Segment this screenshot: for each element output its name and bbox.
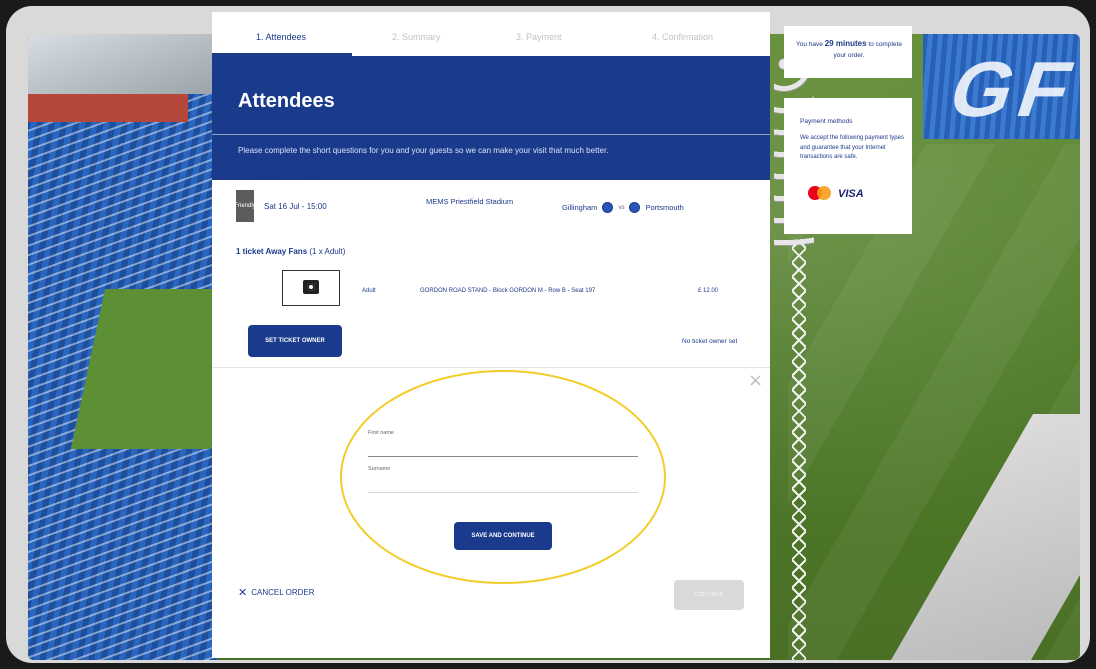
payment-methods-title: Payment methods — [800, 118, 853, 125]
match-teams: Gillingham vs Portsmouth — [562, 202, 684, 213]
visa-icon: VISA — [838, 188, 864, 200]
payment-methods-description: We accept the following payment types an… — [800, 135, 904, 160]
step-attendees[interactable]: 1. Attendees — [256, 32, 306, 42]
close-icon[interactable]: × — [748, 370, 763, 391]
stand-roof-image — [28, 34, 218, 94]
header-divider — [212, 134, 770, 135]
page-description: Please complete the short questions for … — [238, 146, 609, 155]
home-team-crest-icon — [602, 202, 614, 213]
away-team-name: Portsmouth — [645, 203, 684, 212]
step-confirmation: 4. Confirmation — [652, 32, 714, 42]
cancel-icon: ✕ — [238, 586, 248, 599]
stand-roof-edge-image — [28, 94, 188, 122]
step-summary: 2. Summary — [392, 32, 441, 42]
order-timer-text: You have 29 minutes to complete your ord… — [794, 38, 904, 61]
match-type-badge: Friendly — [234, 190, 256, 222]
away-team-crest-icon — [629, 202, 641, 213]
tickets-summary: 1 ticket Away Fans (1 x Adult) — [236, 247, 345, 256]
payment-methods-card: Payment methods We accept the following … — [784, 98, 912, 234]
right-stand-image: G F — [923, 34, 1080, 139]
device-frame: G F You have 29 minutes to complete your… — [6, 6, 1090, 663]
ticket-image-placeholder — [282, 270, 340, 306]
ticket-type: Adult — [362, 288, 376, 294]
continue-button[interactable]: CONTINUE — [674, 580, 744, 610]
step-payment: 3. Payment — [516, 32, 562, 42]
cancel-order-link[interactable]: ✕ CANCEL ORDER — [238, 586, 315, 599]
tickets-count: 1 ticket Away Fans — [236, 247, 308, 256]
match-venue: MEMS Priestfield Stadium — [426, 197, 514, 206]
ticket-owner-status: No ticket owner set — [682, 338, 738, 345]
ticket-price: £ 12.00 — [698, 288, 719, 294]
order-timer-card: You have 29 minutes to complete your ord… — [784, 26, 912, 78]
attendees-header: Attendees Please complete the short ques… — [212, 56, 770, 180]
cancel-order-label: CANCEL ORDER — [251, 588, 315, 597]
versus-label: vs — [618, 204, 625, 211]
timer-prefix: You have — [796, 41, 825, 48]
tickets-breakdown: (1 x Adult) — [307, 247, 346, 256]
mastercard-icon — [808, 186, 832, 200]
set-ticket-owner-button[interactable]: SET TICKET OWNER — [248, 325, 342, 357]
highlight-ellipse — [340, 370, 666, 584]
match-date: Sat 16 Jul - 15:00 — [264, 202, 327, 211]
camera-icon — [303, 280, 319, 294]
timer-minutes: 29 minutes — [824, 39, 867, 48]
home-team-name: Gillingham — [562, 203, 598, 212]
ticket-seat-details: GORDON ROAD STAND - Block GORDON M - Row… — [420, 288, 596, 294]
page-title: Attendees — [238, 90, 335, 112]
checkout-steps: 1. Attendees 2. Summary 3. Payment 4. Co… — [212, 12, 770, 57]
season-label: PRE-SEASON 2022/23 — [236, 172, 325, 182]
floodlight-pole — [792, 244, 806, 660]
section-divider — [212, 367, 770, 368]
